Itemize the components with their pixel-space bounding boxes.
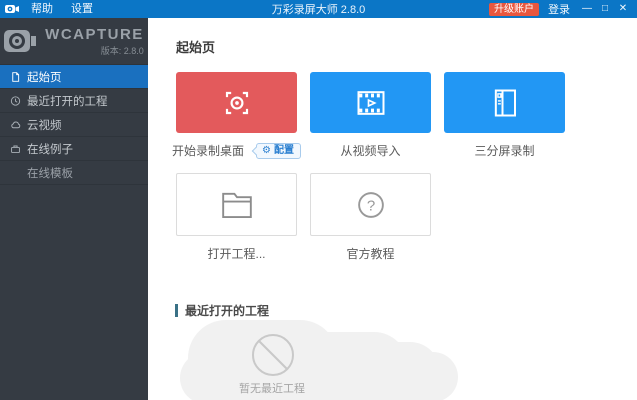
secondary-tile-row: 打开工程... ? 官方教程 [176,173,431,262]
recent-projects-empty-state: 暂无最近工程 [180,318,460,400]
sidebar-item-label: 云视频 [27,119,62,132]
sidebar-item-label: 在线模板 [27,167,73,180]
question-icon: ? [357,191,384,218]
open-project-group: 打开工程... [176,173,297,262]
video-camera-icon [5,5,19,13]
record-icon [225,91,248,114]
svg-text:?: ? [366,197,374,214]
import-video-group: 从视频导入 [310,72,431,159]
tile-label-record: 开始录制桌面 ⚙ 配置 [172,142,301,159]
empty-state-text: 暂无最近工程 [239,383,305,395]
page-title: 起始页 [176,40,216,55]
sidebar-item-cloud-video[interactable]: 云视频 [0,113,148,137]
primary-tile-row: 开始录制桌面 ⚙ 配置 从视频导入 三分屏录制 [172,72,565,159]
tile-label-open: 打开工程... [207,247,266,261]
sidebar-nav: 起始页 最近打开的工程 云视频 在线例子 在线模板 [0,64,148,185]
clock-icon [10,95,21,106]
titlebar: 帮助 设置 万彩录屏大师 2.8.0 升级账户 登录 — □ ✕ [0,0,637,18]
split-screen-group: 三分屏录制 [444,72,565,159]
gear-icon: ⚙ [262,144,271,156]
film-import-icon [357,90,384,115]
section-marker [175,304,178,317]
close-button[interactable]: ✕ [615,0,631,18]
sidebar-item-start-page[interactable]: 起始页 [0,65,148,89]
briefcase-icon [11,145,20,153]
menu-help[interactable]: 帮助 [24,0,60,18]
sidebar-item-label: 起始页 [27,71,62,84]
tile-label-tutorial: 官方教程 [346,247,395,261]
import-video-button[interactable] [310,72,431,133]
section-title: 最近打开的工程 [185,304,270,318]
recent-projects-section-header: 最近打开的工程 [175,302,269,319]
config-button[interactable]: ⚙ 配置 [251,142,301,159]
maximize-button[interactable]: □ [597,0,613,18]
config-arrow [251,146,261,155]
split-screen-record-button[interactable] [444,72,565,133]
sidebar: WCAPTURE 版本: 2.8.0 起始页 最近打开的工程 云视频 在线例子 … [0,18,148,400]
main-content: 起始页 开始录制桌面 ⚙ 配置 从视频导入 三分屏录制 打开工程... ? 官方… [148,18,637,400]
folder-icon [221,192,252,218]
official-tutorial-button[interactable]: ? [310,173,431,236]
app-window: 帮助 设置 万彩录屏大师 2.8.0 升级账户 登录 — □ ✕ WCAPTUR… [0,0,637,400]
sidebar-item-online-templates[interactable]: 在线模板 [0,161,148,185]
wcapture-logo-icon [4,30,37,52]
open-project-button[interactable] [176,173,297,236]
start-recording-button[interactable] [176,72,297,133]
sidebar-item-label: 在线例子 [27,143,73,156]
sidebar-item-recent-projects[interactable]: 最近打开的工程 [0,89,148,113]
tile-label-import: 从视频导入 [340,144,401,158]
cloud-icon [11,121,21,128]
tutorial-group: ? 官方教程 [310,173,431,262]
record-desktop-group: 开始录制桌面 ⚙ 配置 [172,72,301,159]
version-label: 版本: 2.8.0 [100,45,144,56]
brand-name: WCAPTURE [45,25,144,43]
sidebar-item-online-examples[interactable]: 在线例子 [0,137,148,161]
empty-blob [380,352,458,400]
split-screen-icon [494,89,516,116]
minimize-button[interactable]: — [579,0,595,18]
tile-label-split: 三分屏录制 [474,144,535,158]
menu-settings[interactable]: 设置 [64,0,100,18]
sidebar-item-label: 最近打开的工程 [27,95,108,108]
page-icon [12,71,20,82]
upgrade-account-button[interactable]: 升级账户 [489,2,539,16]
app-logo: WCAPTURE 版本: 2.8.0 [0,18,148,64]
prohibition-icon [252,334,294,376]
login-link[interactable]: 登录 [541,1,577,17]
